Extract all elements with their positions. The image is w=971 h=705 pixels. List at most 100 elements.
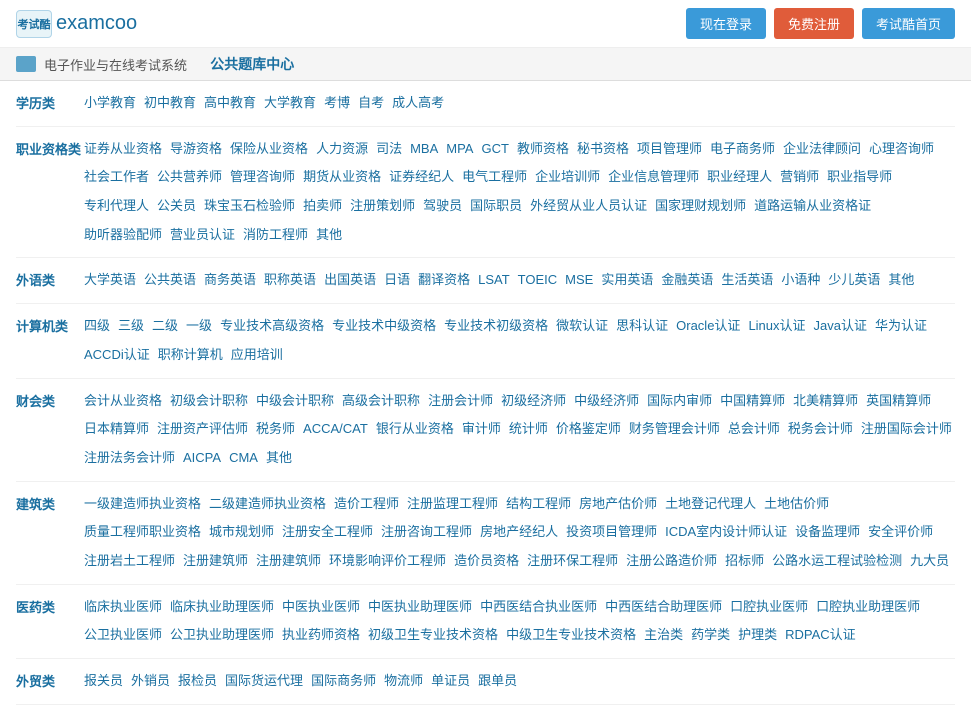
category-item-link[interactable]: 中西医结合助理医师 [602,595,725,620]
category-item-link[interactable]: 初级卫生专业技术资格 [365,623,501,648]
category-item-link[interactable]: 注册资产评估师 [154,417,251,442]
category-item-link[interactable]: 造价员资格 [451,549,522,574]
category-item-link[interactable]: 投资项目管理师 [563,520,660,545]
category-item-link[interactable]: 少儿英语 [825,268,883,293]
category-item-link[interactable]: 教师资格 [514,137,572,162]
category-item-link[interactable]: 跟单员 [475,669,520,694]
category-item-link[interactable]: 公卫执业医师 [81,623,165,648]
category-item-link[interactable]: Java认证 [811,314,870,339]
category-item-link[interactable]: 道路运输从业资格证 [751,194,874,219]
category-item-link[interactable]: 物流师 [381,669,426,694]
category-item-link[interactable]: RDPAC认证 [782,623,859,648]
category-item-link[interactable]: TOEIC [515,268,561,293]
category-item-link[interactable]: 消防工程师 [240,223,311,248]
category-item-link[interactable]: 结构工程师 [503,492,574,517]
category-item-link[interactable]: 口腔执业医师 [727,595,811,620]
category-item-link[interactable]: 专利代理人 [81,194,152,219]
category-item-link[interactable]: 营业员认证 [167,223,238,248]
category-item-link[interactable]: 初中教育 [141,91,199,116]
category-item-link[interactable]: 注册建筑师 [180,549,251,574]
category-item-link[interactable]: 驾驶员 [420,194,465,219]
category-item-link[interactable]: 自考 [355,91,387,116]
category-item-link[interactable]: 心理咨询师 [866,137,937,162]
category-item-link[interactable]: 期货从业资格 [300,165,384,190]
category-item-link[interactable]: 房地产估价师 [576,492,660,517]
category-item-link[interactable]: ACCA/CAT [300,417,371,442]
category-item-link[interactable]: 日本精算师 [81,417,152,442]
category-item-link[interactable]: 高级会计职称 [339,389,423,414]
category-item-link[interactable]: MSE [562,268,596,293]
category-item-link[interactable]: 日语 [381,268,413,293]
category-item-link[interactable]: 专业技术初级资格 [441,314,551,339]
category-item-link[interactable]: 注册监理工程师 [404,492,501,517]
category-item-link[interactable]: 土地估价师 [761,492,832,517]
category-item-link[interactable]: 人力资源 [313,137,371,162]
category-item-link[interactable]: 国际职员 [467,194,525,219]
category-item-link[interactable]: 报检员 [175,669,220,694]
category-item-link[interactable]: 临床执业医师 [81,595,165,620]
category-item-link[interactable]: 成人高考 [389,91,447,116]
category-item-link[interactable]: 翻译资格 [415,268,473,293]
category-item-link[interactable]: 企业培训师 [532,165,603,190]
category-item-link[interactable]: 城市规划师 [206,520,277,545]
login-button[interactable]: 现在登录 [686,8,766,39]
category-item-link[interactable]: 银行从业资格 [373,417,457,442]
category-item-link[interactable]: 营销师 [777,165,822,190]
category-item-link[interactable]: 注册公路造价师 [623,549,720,574]
category-item-link[interactable]: 一级建造师执业资格 [81,492,204,517]
category-item-link[interactable]: 专业技术高级资格 [217,314,327,339]
category-item-link[interactable]: 商务英语 [201,268,259,293]
category-item-link[interactable]: 药学类 [688,623,733,648]
category-item-link[interactable]: 统计师 [506,417,551,442]
category-item-link[interactable]: 大学教育 [261,91,319,116]
category-item-link[interactable]: 注册策划师 [347,194,418,219]
category-item-link[interactable]: 秘书资格 [574,137,632,162]
category-item-link[interactable]: 职称英语 [261,268,319,293]
category-item-link[interactable]: 税务师 [253,417,298,442]
category-item-link[interactable]: 电气工程师 [459,165,530,190]
category-item-link[interactable]: 公路水运工程试验检测 [769,549,905,574]
category-item-link[interactable]: 考博 [321,91,353,116]
category-item-link[interactable]: 口腔执业助理医师 [813,595,923,620]
category-item-link[interactable]: 环境影响评价工程师 [326,549,449,574]
category-item-link[interactable]: 社会工作者 [81,165,152,190]
category-item-link[interactable]: 中医执业医师 [279,595,363,620]
category-item-link[interactable]: 生活英语 [718,268,776,293]
category-item-link[interactable]: GCT [478,137,511,162]
category-item-link[interactable]: 公共英语 [141,268,199,293]
category-item-link[interactable]: 报关员 [81,669,126,694]
category-item-link[interactable]: 华为认证 [872,314,930,339]
category-item-link[interactable]: 一级 [183,314,215,339]
category-item-link[interactable]: 注册环保工程师 [524,549,621,574]
category-item-link[interactable]: 中国精算师 [717,389,788,414]
category-item-link[interactable]: 小学教育 [81,91,139,116]
category-item-link[interactable]: 小语种 [778,268,823,293]
category-item-link[interactable]: 造价工程师 [331,492,402,517]
category-item-link[interactable]: 二级建造师执业资格 [206,492,329,517]
category-item-link[interactable]: 税务会计师 [785,417,856,442]
category-item-link[interactable]: 金融英语 [658,268,716,293]
category-item-link[interactable]: 注册会计师 [425,389,496,414]
category-item-link[interactable]: 临床执业助理医师 [167,595,277,620]
category-item-link[interactable]: 中级经济师 [571,389,642,414]
category-item-link[interactable]: 企业信息管理师 [605,165,702,190]
category-item-link[interactable]: 总会计师 [725,417,783,442]
category-item-link[interactable]: 安全评价师 [865,520,936,545]
breadcrumb-link[interactable]: 电子作业与在线考试系统 [44,55,187,74]
category-item-link[interactable]: 注册咨询工程师 [378,520,475,545]
category-item-link[interactable]: 三级 [115,314,147,339]
category-item-link[interactable]: 思科认证 [613,314,671,339]
category-item-link[interactable]: 主治类 [641,623,686,648]
category-item-link[interactable]: 应用培训 [228,343,286,368]
category-item-link[interactable]: 公共营养师 [154,165,225,190]
category-item-link[interactable]: 证券经纪人 [386,165,457,190]
category-item-link[interactable]: 中医执业助理医师 [365,595,475,620]
category-item-link[interactable]: 注册岩土工程师 [81,549,178,574]
category-item-link[interactable]: 外销员 [128,669,173,694]
category-item-link[interactable]: 四级 [81,314,113,339]
category-item-link[interactable]: 审计师 [459,417,504,442]
category-item-link[interactable]: 大学英语 [81,268,139,293]
category-item-link[interactable]: 招标师 [722,549,767,574]
category-item-link[interactable]: 公关员 [154,194,199,219]
category-item-link[interactable]: 职业经理人 [704,165,775,190]
